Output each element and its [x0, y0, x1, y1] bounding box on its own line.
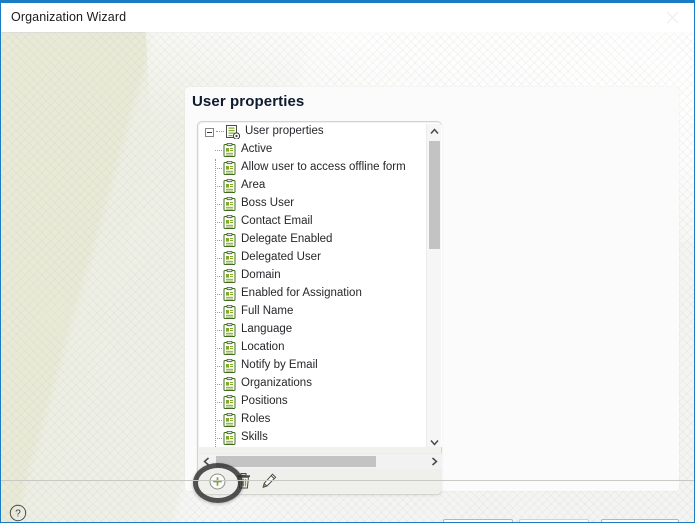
tree-item-label: Positions — [241, 395, 288, 408]
property-tree-panel: User properties Active Allow user to acce… — [197, 121, 442, 495]
tree-item-label: Enabled for Assignation — [241, 287, 362, 300]
tree-item[interactable]: Delegate Enabled — [199, 231, 426, 249]
tree-item-label: Boss User — [241, 197, 295, 210]
property-icon — [223, 287, 236, 301]
tree-connector — [215, 150, 222, 151]
tree-item[interactable]: Domain — [199, 267, 426, 285]
property-icon — [223, 269, 236, 283]
property-icon — [223, 305, 236, 319]
page-title: User properties — [192, 93, 305, 110]
next-button[interactable]: Next > > — [519, 519, 589, 522]
property-icon — [223, 341, 236, 355]
property-icon — [223, 431, 236, 445]
tree-item-label: Skills — [241, 431, 268, 444]
tree-item[interactable]: Full Name — [199, 303, 426, 321]
tree-item-label: Location — [241, 341, 285, 354]
tree-expander-icon[interactable] — [205, 127, 214, 137]
tree-item-label: Domain — [241, 269, 281, 282]
property-icon — [223, 395, 236, 409]
property-icon — [223, 233, 236, 247]
wizard-footer: ? < < Back Next > > Finish — [1, 481, 694, 522]
tree-item[interactable]: Notify by Email — [199, 357, 426, 375]
tree-item[interactable]: Language — [199, 321, 426, 339]
tree-horizontal-scrollbar[interactable] — [199, 453, 442, 469]
property-icon — [223, 377, 236, 391]
tree-item-label: Contact Email — [241, 215, 313, 228]
property-icon — [223, 197, 236, 211]
window-title: Organization Wizard — [11, 10, 127, 24]
tree-item[interactable]: Delegated User — [199, 249, 426, 267]
document-settings-icon — [226, 125, 240, 139]
tree-item-label: Delegate Enabled — [241, 233, 333, 246]
tree-item[interactable]: Active — [199, 141, 426, 159]
property-icon — [223, 359, 236, 373]
chevron-down-icon — [430, 440, 439, 446]
tree-item-label: Language — [241, 323, 293, 336]
chevron-up-icon — [430, 128, 439, 134]
back-button[interactable]: < < Back — [443, 519, 513, 522]
property-icon — [223, 413, 236, 427]
tree-item[interactable]: Roles — [199, 411, 426, 429]
close-icon — [666, 11, 678, 23]
tree-item[interactable]: Organizations — [199, 375, 426, 393]
tree-item-label: Organizations — [241, 377, 312, 390]
scroll-down-button[interactable] — [427, 435, 442, 447]
tree-children: Active Allow user to access offline form A… — [199, 141, 426, 447]
tree-item[interactable]: Enabled for Assignation — [199, 285, 426, 303]
property-icon — [223, 179, 236, 193]
tree-item[interactable]: Skills — [199, 429, 426, 447]
tree-item-label: Area — [241, 179, 266, 192]
tree-connector — [216, 131, 224, 133]
finish-button[interactable]: Finish — [601, 519, 679, 522]
property-icon — [223, 215, 236, 229]
tree-item[interactable]: Allow user to access offline form — [199, 159, 426, 177]
tree-item-label: Notify by Email — [241, 359, 318, 372]
organization-wizard-window: Organization Wizard User properties User… — [0, 0, 695, 523]
svg-text:?: ? — [15, 509, 21, 520]
tree-item-label: Active — [241, 143, 273, 156]
tree-item[interactable]: Boss User — [199, 195, 426, 213]
tree-item-label: Full Name — [241, 305, 294, 318]
tree-root-label: User properties — [245, 125, 324, 138]
help-button[interactable]: ? — [9, 504, 27, 522]
tree-item[interactable]: Positions — [199, 393, 426, 411]
title-bar: Organization Wizard — [1, 3, 694, 33]
close-button[interactable] — [654, 3, 690, 31]
scroll-up-button[interactable] — [427, 124, 442, 139]
property-icon — [223, 323, 236, 337]
tree-root-item[interactable]: User properties — [199, 123, 426, 141]
scroll-right-button[interactable] — [427, 454, 442, 469]
property-icon — [223, 251, 236, 265]
property-icon — [223, 161, 236, 175]
scroll-left-button[interactable] — [199, 454, 214, 469]
chevron-right-icon — [432, 457, 438, 466]
tree-item-label: Allow user to access offline form — [241, 161, 406, 174]
tree-item[interactable]: Area — [199, 177, 426, 195]
tree-vertical-scrollbar[interactable] — [426, 124, 441, 447]
tree-item-label: Roles — [241, 413, 271, 426]
tree-trunk-line — [215, 159, 217, 447]
tree-item[interactable]: Location — [199, 339, 426, 357]
tree-vertical-scroll-thumb[interactable] — [429, 141, 440, 249]
chevron-left-icon — [203, 457, 209, 466]
tree-item-label: Delegated User — [241, 251, 321, 264]
help-circle-icon: ? — [9, 504, 27, 522]
tree-view[interactable]: User properties Active Allow user to acce… — [199, 123, 442, 447]
tree-scroll-area: User properties Active Allow user to acce… — [199, 123, 426, 447]
property-icon — [223, 143, 236, 157]
wizard-content: User properties User properties Active A… — [1, 3, 694, 522]
tree-horizontal-scroll-thumb[interactable] — [216, 456, 376, 467]
tree-item[interactable]: Contact Email — [199, 213, 426, 231]
